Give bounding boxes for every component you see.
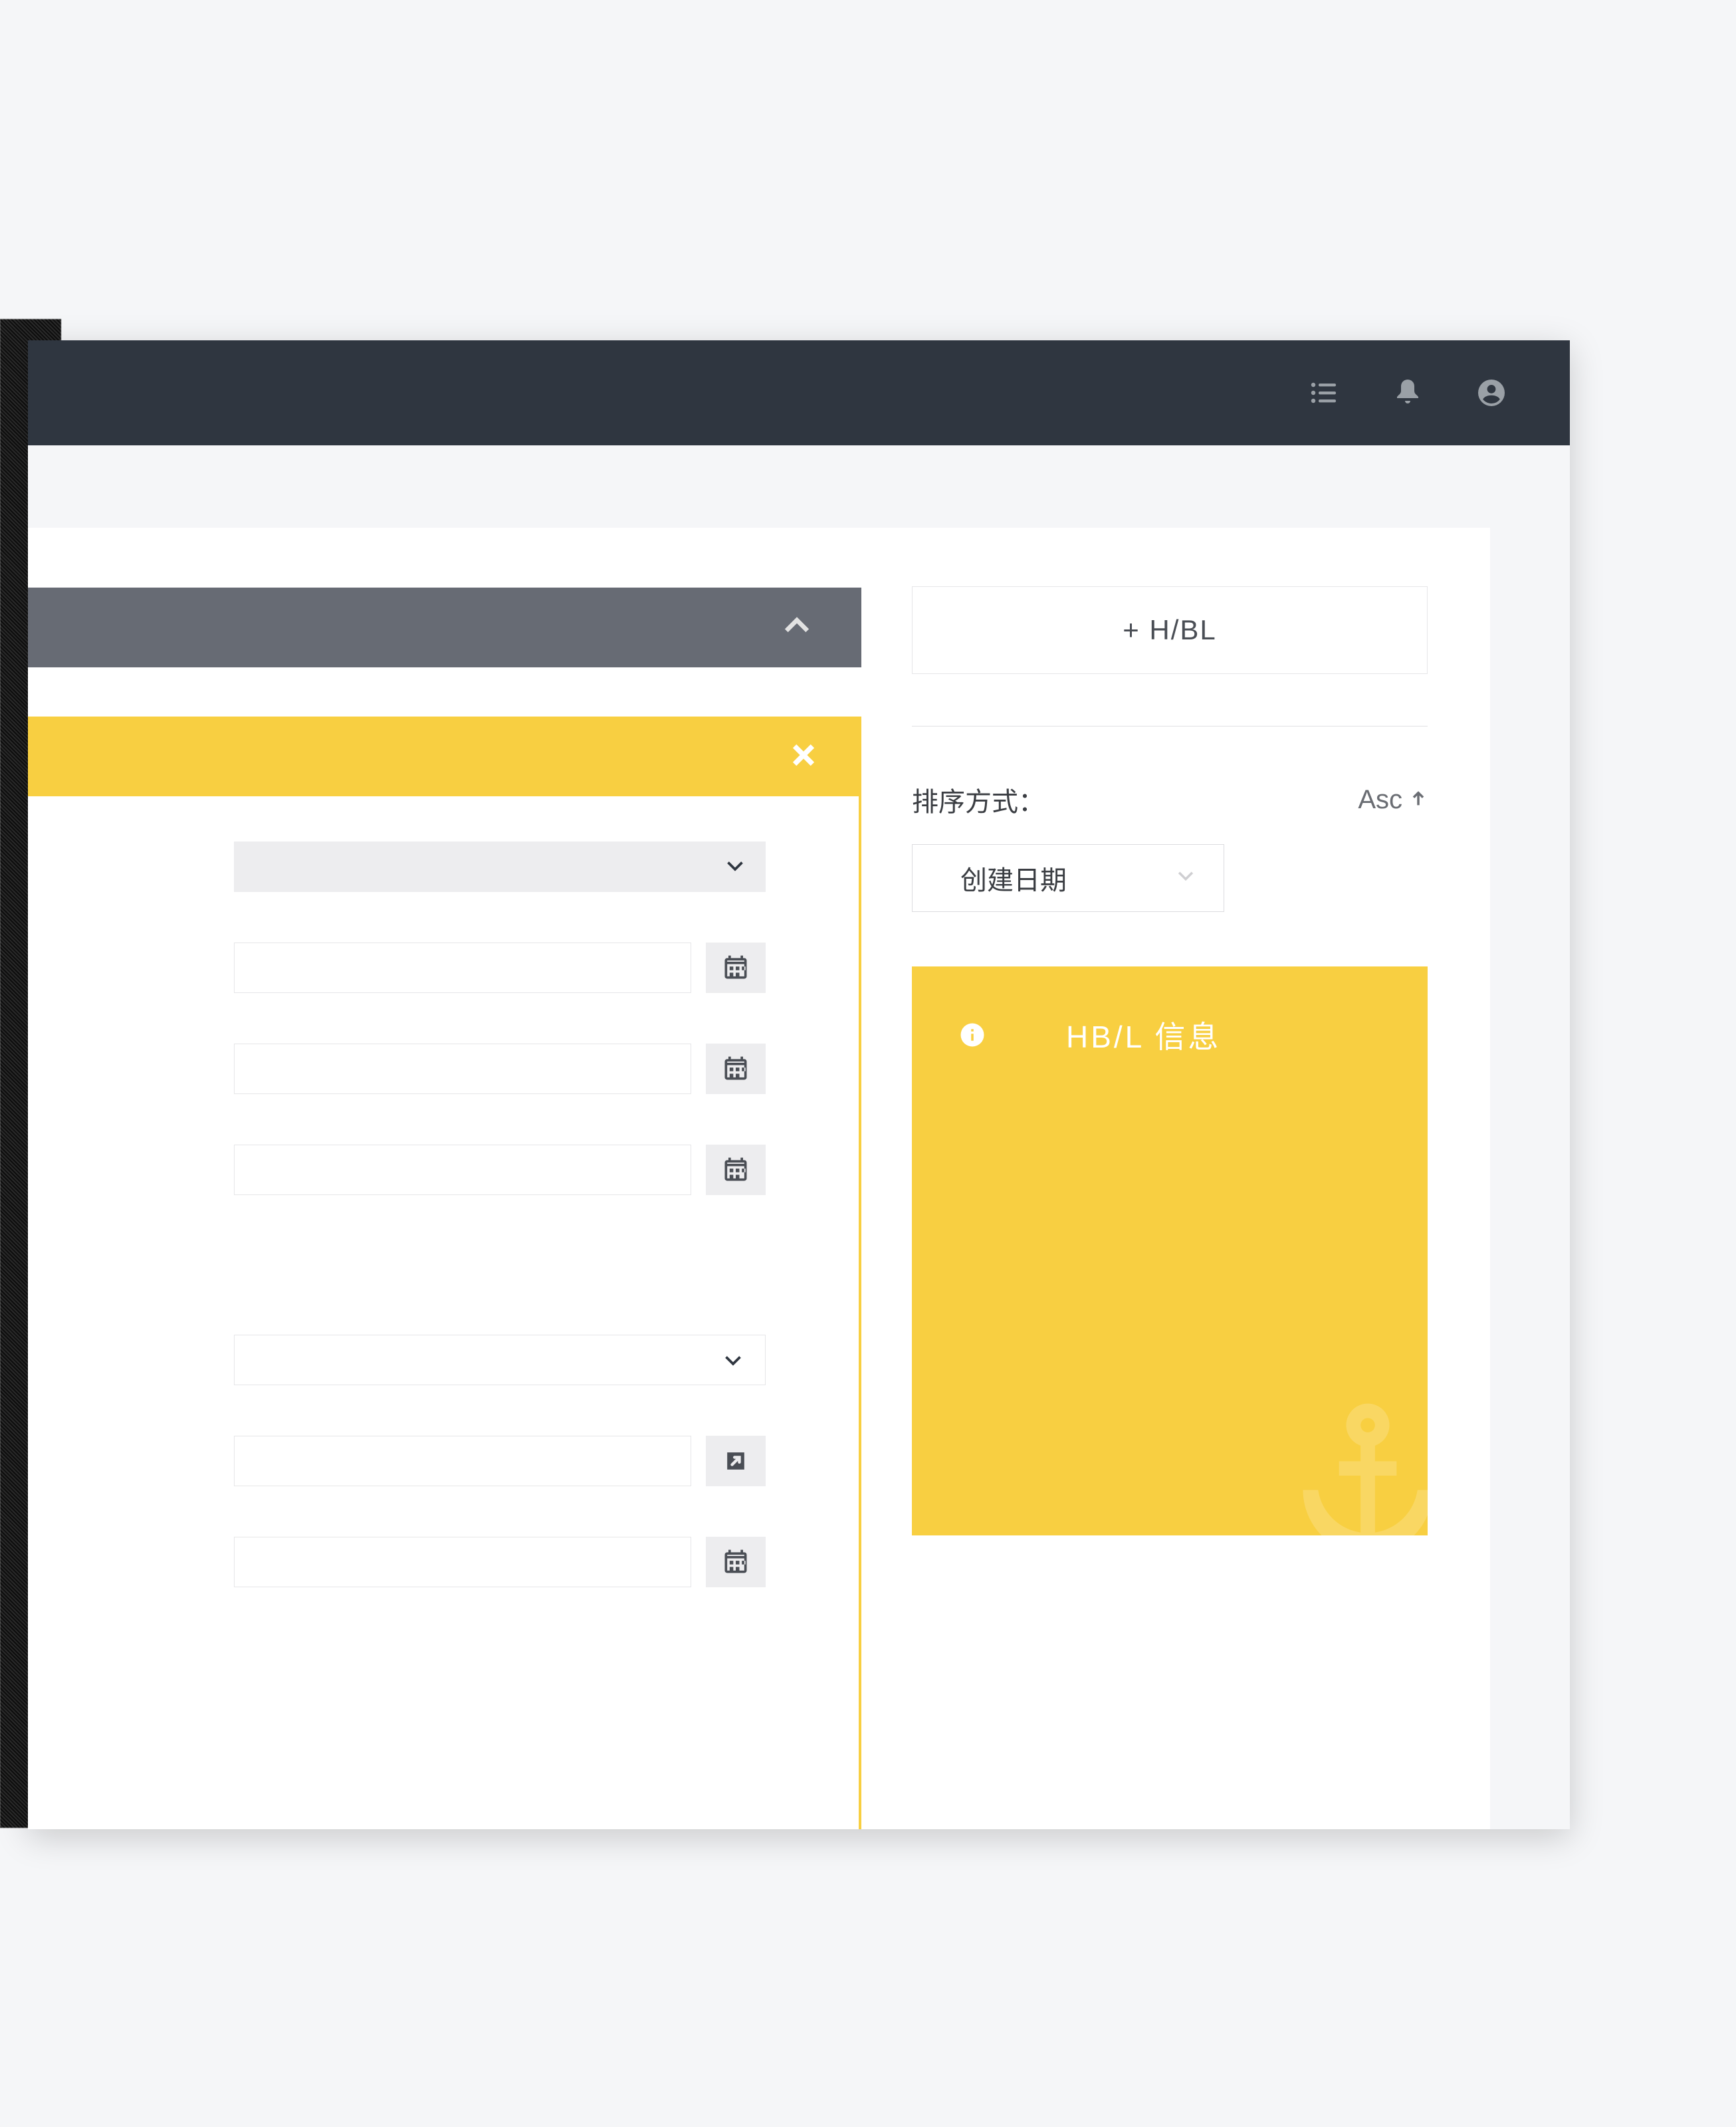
form-row xyxy=(234,841,766,892)
content-card: + H/BL 排序方式： Asc 创建日期 xyxy=(28,528,1490,1829)
app-window: + H/BL 排序方式： Asc 创建日期 xyxy=(28,340,1570,1829)
select-field[interactable] xyxy=(234,1335,766,1385)
hbl-card-title: HB/L 信息 xyxy=(1066,1013,1221,1057)
right-panel: + H/BL 排序方式： Asc 创建日期 xyxy=(912,528,1444,1829)
body-area: + H/BL 排序方式： Asc 创建日期 xyxy=(28,445,1570,1829)
hbl-card-header: HB/L 信息 xyxy=(912,966,1428,1057)
section-header-gray[interactable] xyxy=(28,588,861,667)
calendar-button[interactable] xyxy=(706,1537,766,1587)
date-input[interactable] xyxy=(234,943,691,993)
list-icon[interactable] xyxy=(1305,374,1343,411)
sort-row: 排序方式： Asc xyxy=(912,780,1428,819)
divider xyxy=(912,726,1428,727)
form-row xyxy=(234,1335,766,1385)
date-input[interactable] xyxy=(234,1145,691,1195)
topbar xyxy=(28,340,1570,445)
info-icon xyxy=(958,1021,986,1049)
add-hbl-label: + H/BL xyxy=(1123,614,1217,646)
sort-label: 排序方式： xyxy=(912,780,1045,819)
chevron-down-icon xyxy=(1174,863,1197,893)
form-row xyxy=(234,1044,766,1094)
form-row xyxy=(234,1537,766,1587)
close-icon[interactable] xyxy=(788,740,819,774)
sort-field-select[interactable]: 创建日期 xyxy=(912,844,1224,912)
chevron-up-icon xyxy=(779,608,815,647)
anchor-icon xyxy=(1281,1389,1428,1535)
add-hbl-button[interactable]: + H/BL xyxy=(912,586,1428,674)
account-icon[interactable] xyxy=(1473,374,1510,411)
sort-field-value: 创建日期 xyxy=(960,859,1067,897)
calendar-button[interactable] xyxy=(706,943,766,993)
select-field[interactable] xyxy=(234,841,766,892)
arrow-up-icon xyxy=(1409,785,1428,815)
calendar-button[interactable] xyxy=(706,1044,766,1094)
open-external-button[interactable] xyxy=(706,1436,766,1486)
yellow-pane xyxy=(28,717,861,1829)
chevron-down-icon xyxy=(723,853,747,881)
date-input[interactable] xyxy=(234,1537,691,1587)
text-input[interactable] xyxy=(234,1436,691,1486)
hbl-info-card[interactable]: HB/L 信息 xyxy=(912,966,1428,1535)
calendar-button[interactable] xyxy=(706,1145,766,1195)
form-row xyxy=(234,1145,766,1195)
form-row xyxy=(234,943,766,993)
sort-order-text: Asc xyxy=(1358,785,1402,815)
form-row xyxy=(234,1436,766,1486)
sort-order-toggle[interactable]: Asc xyxy=(1358,785,1428,815)
left-form-panel xyxy=(28,528,884,1829)
date-input[interactable] xyxy=(234,1044,691,1094)
chevron-down-icon xyxy=(721,1348,745,1372)
bell-icon[interactable] xyxy=(1389,374,1426,411)
yellow-pane-header xyxy=(28,717,859,796)
